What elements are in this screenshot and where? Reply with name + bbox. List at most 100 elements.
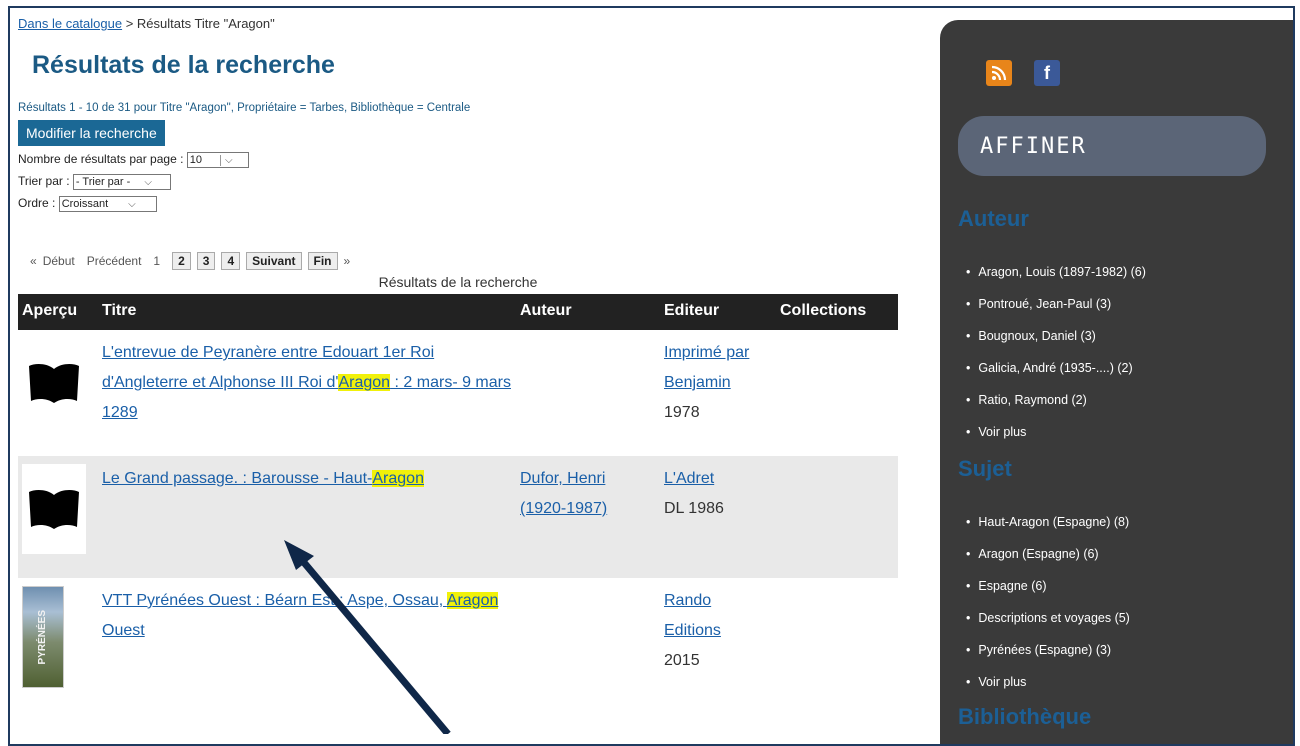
chevron-down-icon: ⌵ bbox=[144, 177, 152, 188]
result-title-link[interactable]: L'entrevue de Peyranère entre Edouart 1e… bbox=[102, 344, 511, 421]
per-page-label: Nombre de résultats par page : bbox=[18, 152, 184, 167]
book-cover-image[interactable]: PYRÉNÉES bbox=[22, 586, 64, 688]
facet-item[interactable]: Descriptions et voyages (5) bbox=[966, 602, 1129, 634]
collections-cell bbox=[776, 330, 898, 436]
pager-first[interactable]: Début bbox=[43, 254, 75, 268]
book-icon[interactable] bbox=[22, 338, 86, 428]
pager-next[interactable]: Suivant bbox=[246, 252, 302, 270]
cover-title: PYRÉNÉES bbox=[37, 609, 48, 665]
per-page-select[interactable]: 10 ⌵ bbox=[186, 152, 249, 168]
author-cell[interactable] bbox=[516, 578, 660, 696]
facet-item[interactable]: Pontroué, Jean-Paul (3) bbox=[966, 288, 1146, 320]
author-cell: Dufor, Henri (1920-1987) bbox=[516, 456, 660, 578]
modify-search-button[interactable]: Modifier la recherche bbox=[18, 120, 165, 146]
publication-year: 1978 bbox=[664, 404, 700, 421]
breadcrumb-current: > Résultats Titre "Aragon" bbox=[122, 16, 275, 31]
pager-prev[interactable]: Précédent bbox=[87, 254, 142, 268]
page-title: Résultats de la recherche bbox=[32, 51, 335, 79]
publisher-link[interactable]: Imprimé par Benjamin bbox=[664, 344, 749, 391]
title-cell: Le Grand passage. : Barousse - Haut-Arag… bbox=[98, 456, 516, 578]
order-select[interactable]: Croissant ⌵ bbox=[58, 196, 157, 212]
col-title: Titre bbox=[98, 294, 516, 330]
publication-year: DL 1986 bbox=[664, 500, 724, 517]
chevron-down-icon: ⌵ bbox=[220, 155, 233, 166]
title-highlight: Aragon bbox=[372, 470, 424, 487]
preview-cell bbox=[18, 330, 98, 436]
pagination: « Début Précédent 1 2 3 4 Suivant Fin » bbox=[18, 252, 908, 270]
per-page-row: Nombre de résultats par page : 10 ⌵ bbox=[18, 152, 908, 168]
pager-right-quote: » bbox=[343, 254, 351, 268]
title-highlight: Aragon bbox=[446, 592, 499, 609]
publisher-link[interactable]: Rando Editions bbox=[664, 592, 721, 639]
publisher-link[interactable]: L'Adret bbox=[664, 470, 714, 487]
breadcrumb-catalog-link[interactable]: Dans le catalogue bbox=[18, 16, 122, 31]
facet-item[interactable]: Aragon, Louis (1897-1982) (6) bbox=[966, 256, 1145, 288]
publisher-cell: L'Adret DL 1986 bbox=[660, 456, 776, 578]
table-row: Le Grand passage. : Barousse - Haut-Arag… bbox=[18, 456, 898, 578]
order-value: Croissant bbox=[61, 198, 109, 210]
collections-cell bbox=[776, 578, 898, 696]
title-cell: L'entrevue de Peyranère entre Edouart 1e… bbox=[98, 330, 516, 436]
facet-item[interactable]: Bougnoux, Daniel (3) bbox=[966, 320, 1146, 352]
title-text: Ouest bbox=[102, 622, 145, 639]
publisher-cell: Rando Editions 2015 bbox=[660, 578, 776, 696]
table-row: PYRÉNÉES VTT Pyrénées Ouest : Béarn Est … bbox=[18, 578, 898, 696]
preview-cell: PYRÉNÉES bbox=[18, 578, 98, 696]
facet-item[interactable]: Galicia, André (1935-....) (2) bbox=[966, 352, 1146, 384]
results-table: Aperçu Titre Auteur Editeur Collections … bbox=[18, 294, 898, 696]
sort-label: Trier par : bbox=[18, 174, 70, 189]
facet-see-more[interactable]: Voir plus bbox=[966, 416, 1146, 448]
pager-page-3[interactable]: 3 bbox=[196, 252, 216, 270]
collections-cell bbox=[776, 456, 898, 578]
facet-item[interactable]: Espagne (6) bbox=[966, 570, 1130, 602]
table-caption: Résultats de la recherche bbox=[378, 274, 538, 290]
social-links: f bbox=[986, 60, 1060, 86]
author-facet-list: Aragon, Louis (1897-1982) (6) Pontroué, … bbox=[966, 256, 1146, 448]
page-frame: Dans le catalogue > Résultats Titre "Ara… bbox=[8, 6, 1295, 746]
author-link[interactable]: Dufor, Henri (1920-1987) bbox=[520, 470, 607, 517]
sort-select[interactable]: - Trier par - ⌵ bbox=[72, 174, 171, 190]
facet-item[interactable]: Ratio, Raymond (2) bbox=[966, 384, 1146, 416]
facebook-icon[interactable]: f bbox=[1034, 60, 1060, 86]
pager-page-2[interactable]: 2 bbox=[172, 252, 191, 270]
order-row: Ordre : Croissant ⌵ bbox=[18, 196, 908, 212]
title-text: VTT Pyrénées Ouest : Béarn Est : Aspe, O… bbox=[102, 592, 447, 609]
chevron-down-icon: ⌵ bbox=[128, 199, 136, 210]
publication-year: 2015 bbox=[664, 652, 700, 669]
title-cell: VTT Pyrénées Ouest : Béarn Est : Aspe, O… bbox=[98, 578, 516, 696]
order-label: Ordre : bbox=[18, 196, 56, 211]
col-preview: Aperçu bbox=[18, 294, 98, 330]
col-collections: Collections bbox=[776, 294, 898, 330]
sort-row: Trier par : - Trier par - ⌵ bbox=[18, 174, 908, 190]
table-row bbox=[18, 436, 898, 456]
rss-icon[interactable] bbox=[986, 60, 1012, 86]
sort-value: - Trier par - bbox=[75, 176, 131, 188]
refine-sidebar: f AFFINER Auteur Aragon, Louis (1897-198… bbox=[940, 20, 1293, 744]
results-summary: Résultats 1 - 10 de 31 pour Titre "Arago… bbox=[18, 102, 471, 114]
result-title-link[interactable]: VTT Pyrénées Ouest : Béarn Est : Aspe, O… bbox=[102, 592, 499, 639]
subject-facet-list: Haut-Aragon (Espagne) (8) Aragon (Espagn… bbox=[966, 506, 1130, 698]
pager-last[interactable]: Fin bbox=[307, 252, 338, 270]
publisher-cell: Imprimé par Benjamin 1978 bbox=[660, 330, 776, 436]
result-title-link[interactable]: Le Grand passage. : Barousse - Haut-Arag… bbox=[102, 470, 424, 487]
breadcrumb: Dans le catalogue > Résultats Titre "Ara… bbox=[18, 16, 908, 31]
facet-title-author: Auteur bbox=[958, 206, 1029, 231]
facet-item[interactable]: Pyrénées (Espagne) (3) bbox=[966, 634, 1130, 666]
preview-cell bbox=[18, 456, 98, 578]
title-highlight: Aragon bbox=[338, 374, 391, 391]
main-content: Dans le catalogue > Résultats Titre "Ara… bbox=[18, 16, 908, 696]
facet-item[interactable]: Aragon (Espagne) (6) bbox=[966, 538, 1130, 570]
table-header-row: Aperçu Titre Auteur Editeur Collections bbox=[18, 294, 898, 330]
facet-item[interactable]: Haut-Aragon (Espagne) (8) bbox=[966, 506, 1130, 538]
facet-title-subject: Sujet bbox=[958, 456, 1012, 481]
title-text: Le Grand passage. : Barousse - Haut- bbox=[102, 470, 373, 487]
author-cell[interactable] bbox=[516, 330, 660, 436]
book-icon[interactable] bbox=[22, 464, 86, 554]
table-row: L'entrevue de Peyranère entre Edouart 1e… bbox=[18, 330, 898, 436]
pager-left-quote: « bbox=[30, 254, 37, 268]
pager-current: 1 bbox=[153, 254, 161, 268]
facet-title-library: Bibliothèque bbox=[958, 704, 1092, 729]
facet-see-more[interactable]: Voir plus bbox=[966, 666, 1130, 698]
col-author: Auteur bbox=[516, 294, 660, 330]
pager-page-4[interactable]: 4 bbox=[221, 252, 241, 270]
